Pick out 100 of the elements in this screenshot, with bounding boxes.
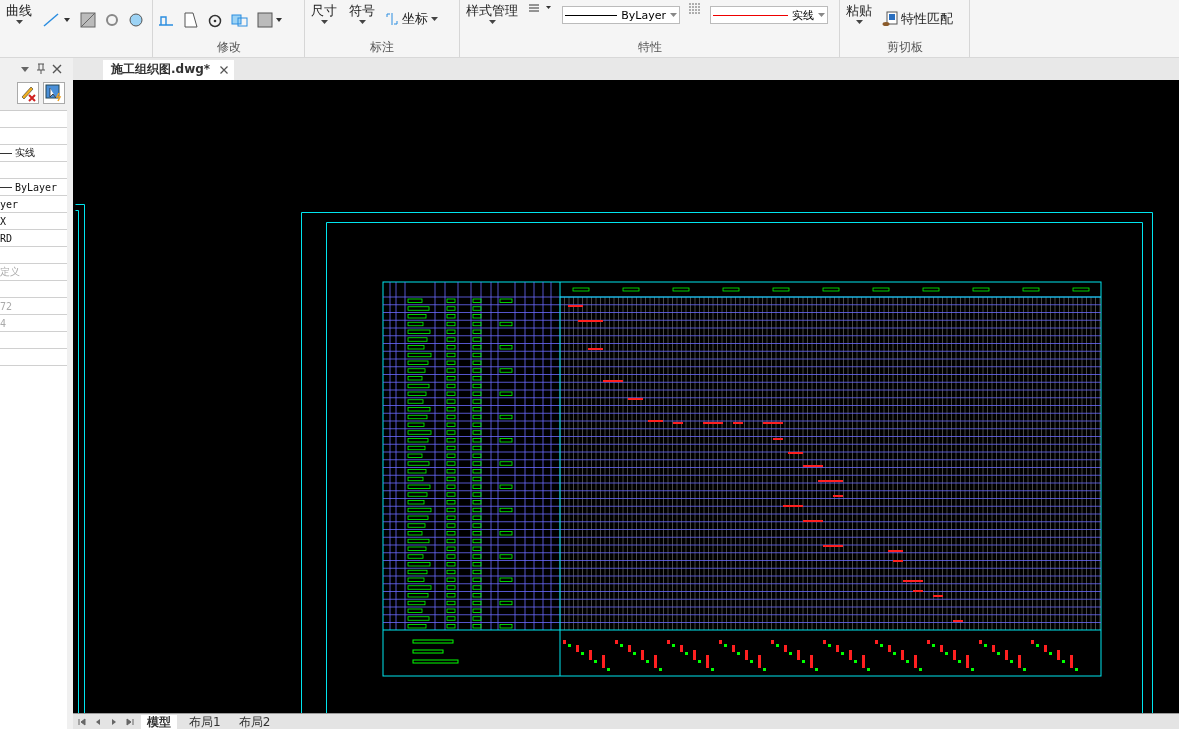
schedule-bar bbox=[803, 519, 823, 522]
histogram-bar bbox=[927, 639, 930, 644]
schedule-bar bbox=[933, 594, 943, 597]
caret-icon bbox=[431, 17, 438, 21]
schedule-bar bbox=[773, 437, 783, 440]
histogram-bar bbox=[563, 639, 566, 644]
quick-select-button[interactable] bbox=[43, 82, 65, 104]
histogram-bar bbox=[1018, 654, 1021, 668]
layout-tab[interactable]: 模型 bbox=[141, 714, 177, 729]
schedule-bar bbox=[628, 397, 643, 400]
histogram-bar bbox=[966, 654, 969, 668]
property-value: RD bbox=[0, 232, 13, 244]
layout-tab[interactable]: 布局2 bbox=[232, 714, 277, 729]
curve-button[interactable]: 曲线 bbox=[4, 2, 34, 24]
dropdown-icon[interactable] bbox=[20, 65, 30, 73]
region-icon[interactable] bbox=[128, 12, 144, 28]
histogram-bar bbox=[693, 649, 696, 660]
coordinate-button[interactable]: 坐标 bbox=[385, 10, 438, 28]
document-icon[interactable] bbox=[183, 12, 199, 28]
histogram-bar bbox=[667, 639, 670, 644]
histogram-bar bbox=[797, 649, 800, 660]
property-value: yer bbox=[0, 198, 19, 210]
histogram-bar bbox=[810, 654, 813, 668]
lineweight-icon[interactable] bbox=[528, 2, 554, 14]
legend-text-marks bbox=[412, 639, 459, 664]
schedule-bar bbox=[703, 421, 723, 424]
linetype-dropdown[interactable]: 实线 bbox=[710, 6, 828, 24]
close-icon[interactable] bbox=[52, 64, 62, 74]
histogram-bar bbox=[1057, 649, 1060, 660]
pin-icon[interactable] bbox=[36, 63, 46, 75]
lineweight-dropdown[interactable]: ByLayer bbox=[562, 6, 680, 24]
caret-icon bbox=[488, 20, 496, 24]
histogram-bar bbox=[706, 654, 709, 668]
layout-tab[interactable]: 布局1 bbox=[183, 714, 227, 729]
histogram-bar bbox=[849, 649, 852, 660]
schedule-bar bbox=[733, 421, 743, 424]
document-tab[interactable]: 施工组织图.dwg* bbox=[103, 59, 235, 80]
line-tool-icon[interactable] bbox=[42, 12, 72, 28]
histogram-bar bbox=[862, 654, 865, 668]
histogram-bar bbox=[940, 644, 943, 652]
histogram-bar bbox=[836, 644, 839, 652]
histogram-bar bbox=[771, 639, 774, 644]
histogram-bar bbox=[589, 649, 592, 660]
group-label: 标注 bbox=[369, 39, 395, 56]
schedule-bar bbox=[588, 347, 603, 350]
brush-icon bbox=[882, 11, 898, 27]
caret-icon bbox=[15, 20, 23, 24]
histogram-bar bbox=[1044, 644, 1047, 652]
schedule-bar bbox=[803, 464, 823, 467]
match-properties-button[interactable]: 特性匹配 bbox=[882, 10, 953, 28]
schedule-bar bbox=[913, 589, 923, 592]
paste-button[interactable]: 粘贴 bbox=[844, 2, 874, 24]
property-value: ByLayer bbox=[15, 181, 58, 193]
histogram-bar bbox=[641, 649, 644, 660]
ribbon-button[interactable]: 符号 bbox=[347, 2, 377, 24]
first-page-icon[interactable] bbox=[77, 716, 87, 727]
schedule-bar bbox=[903, 579, 923, 582]
caret-icon bbox=[320, 20, 328, 24]
histogram-bar bbox=[1031, 639, 1034, 644]
pencil-delete-button[interactable] bbox=[17, 82, 39, 104]
group-label: 特性 bbox=[636, 39, 663, 56]
histogram-bar bbox=[576, 644, 579, 652]
style-manager-button[interactable]: 样式管理 bbox=[464, 2, 520, 24]
property-value: 实线 bbox=[15, 146, 35, 160]
schedule-bar bbox=[568, 304, 583, 307]
schedule-bar bbox=[673, 421, 683, 424]
histogram-bar bbox=[823, 639, 826, 644]
caret-icon bbox=[670, 13, 677, 17]
histogram-bar bbox=[1005, 649, 1008, 660]
schedule-bar bbox=[888, 549, 903, 552]
histogram-bar bbox=[628, 644, 631, 652]
caret-icon bbox=[855, 20, 863, 24]
histogram-bar bbox=[680, 644, 683, 652]
property-value: 72 bbox=[0, 300, 13, 312]
histogram-bar bbox=[719, 639, 722, 644]
coordinate-icon bbox=[385, 12, 399, 26]
caret-icon bbox=[358, 20, 366, 24]
histogram-bar bbox=[953, 649, 956, 660]
histogram-bar bbox=[615, 639, 618, 644]
hatch-icon[interactable] bbox=[80, 12, 96, 28]
histogram-bar bbox=[784, 644, 787, 652]
histogram-bar bbox=[901, 649, 904, 660]
group-label: 修改 bbox=[215, 39, 242, 56]
edit-hatch-icon[interactable] bbox=[257, 12, 283, 28]
schedule-bar bbox=[783, 504, 803, 507]
close-icon[interactable] bbox=[220, 65, 229, 74]
histogram-bar bbox=[654, 654, 657, 668]
histogram-bar bbox=[732, 644, 735, 652]
array-icon[interactable] bbox=[231, 12, 249, 28]
schedule-bar bbox=[603, 379, 623, 382]
rotate-icon[interactable] bbox=[207, 12, 223, 28]
schedule-bar bbox=[648, 419, 663, 422]
ribbon-button[interactable]: 尺寸 bbox=[309, 2, 339, 24]
property-value: 4 bbox=[0, 317, 7, 329]
property-value: 定义 bbox=[0, 265, 20, 279]
last-page-icon[interactable] bbox=[125, 716, 135, 727]
caret-icon bbox=[818, 13, 825, 17]
property-value: X bbox=[0, 215, 7, 227]
histogram-bar bbox=[602, 654, 605, 668]
schedule-bar bbox=[763, 421, 783, 424]
